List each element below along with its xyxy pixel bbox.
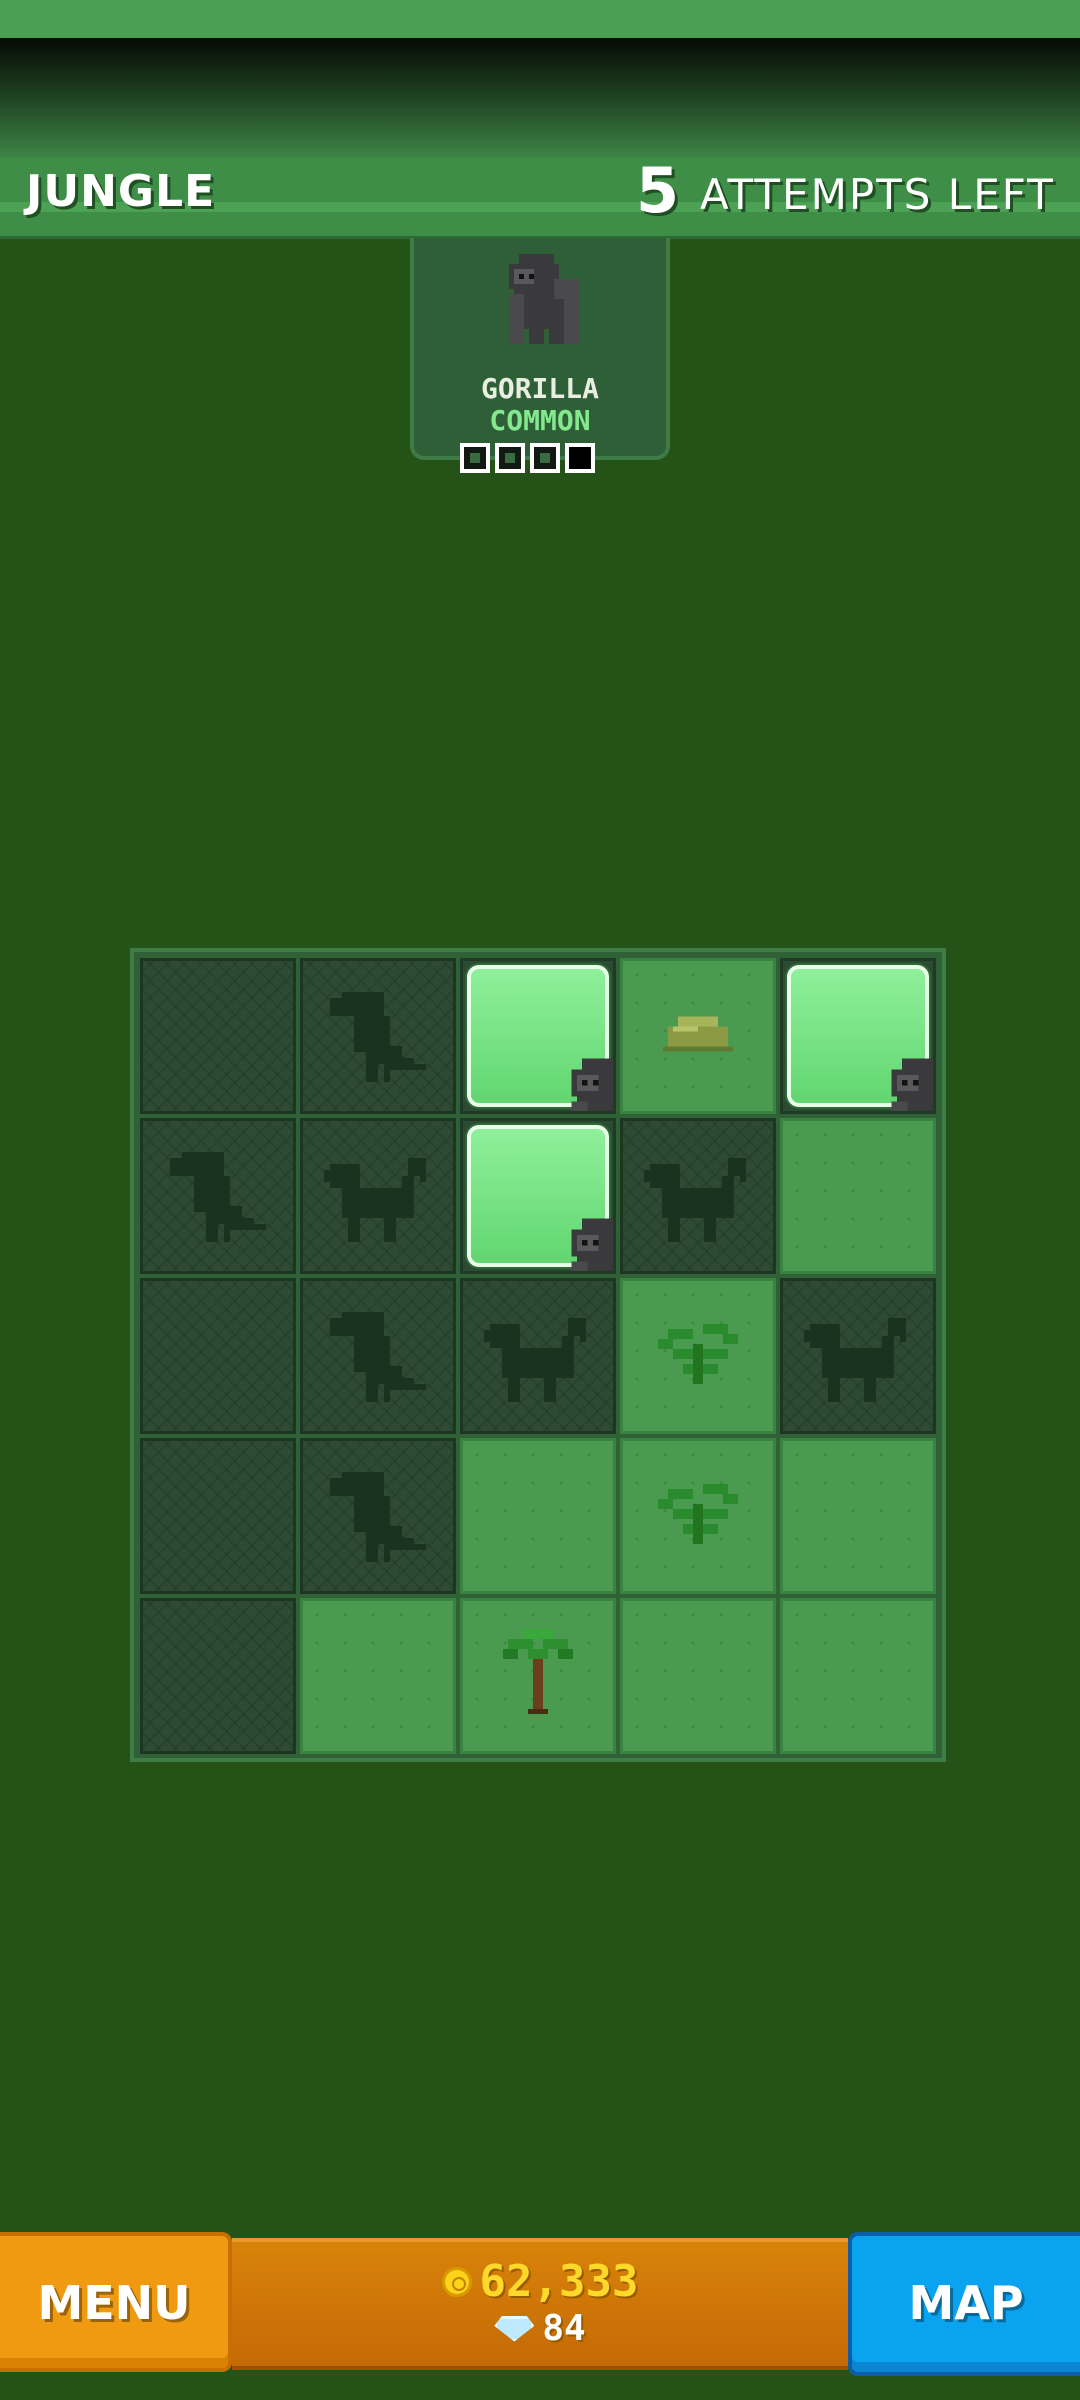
coin-icon bbox=[441, 2266, 472, 2297]
fern-icon bbox=[658, 1319, 738, 1393]
grid-cell bbox=[460, 1598, 616, 1754]
gem-icon bbox=[494, 2315, 535, 2342]
grid-cell bbox=[780, 1118, 936, 1274]
monkey-silhouette-icon bbox=[318, 1134, 438, 1258]
grid-cell[interactable] bbox=[620, 1118, 776, 1274]
gorilla-icon bbox=[494, 244, 594, 358]
monkey-silhouette-icon bbox=[798, 1294, 918, 1418]
found-animal-card bbox=[467, 965, 613, 1111]
found-animal-card bbox=[787, 965, 933, 1111]
toucan-silhouette-icon bbox=[158, 1134, 278, 1258]
grid-cell bbox=[460, 1438, 616, 1594]
gems-count: 84 bbox=[542, 2308, 586, 2349]
fern-icon bbox=[658, 1479, 738, 1553]
map-button-label: MAP bbox=[908, 2276, 1024, 2330]
target-animal-card: GORILLA COMMON bbox=[410, 238, 670, 460]
progress-box bbox=[565, 443, 595, 473]
coins-count: 62,333 bbox=[479, 2256, 639, 2307]
menu-button[interactable]: MENU bbox=[0, 2232, 232, 2372]
grid-cell bbox=[780, 1438, 936, 1594]
grid-cell[interactable] bbox=[140, 958, 296, 1114]
monkey-silhouette-icon bbox=[638, 1134, 758, 1258]
toucan-silhouette-icon bbox=[318, 1294, 438, 1418]
monkey-silhouette-icon bbox=[478, 1294, 598, 1418]
grid-cell bbox=[620, 1598, 776, 1754]
grid-cell[interactable] bbox=[300, 1118, 456, 1274]
grid-cell bbox=[460, 958, 616, 1114]
grid-cell[interactable] bbox=[780, 1278, 936, 1434]
toucan-silhouette-icon bbox=[318, 1454, 438, 1578]
status-bar bbox=[0, 0, 1080, 38]
palm-tree-icon bbox=[503, 1629, 573, 1723]
animal-name: GORILLA bbox=[480, 372, 599, 405]
grid-cell[interactable] bbox=[300, 1278, 456, 1434]
progress-box bbox=[495, 443, 525, 473]
attempts-count: 5 bbox=[636, 154, 680, 227]
header-shadow bbox=[0, 38, 1080, 158]
currency-panel: 62,333 84 bbox=[232, 2238, 848, 2370]
biome-title: JUNGLE bbox=[26, 166, 216, 217]
progress-box bbox=[530, 443, 560, 473]
rock-icon bbox=[663, 1011, 733, 1061]
grid-cell bbox=[780, 958, 936, 1114]
grid-cell[interactable] bbox=[140, 1118, 296, 1274]
bottom-bar: MENU 62,333 84 MAP bbox=[0, 2232, 1080, 2376]
attempts-label: ATTEMPTS LEFT bbox=[700, 170, 1055, 219]
header-bar: JUNGLE 5 ATTEMPTS LEFT bbox=[0, 154, 1080, 239]
grid-cell bbox=[300, 1598, 456, 1754]
grid-cell bbox=[780, 1598, 936, 1754]
grid-cell bbox=[620, 1438, 776, 1594]
grid-cell[interactable] bbox=[140, 1598, 296, 1754]
grid-cell[interactable] bbox=[300, 1438, 456, 1594]
menu-button-label: MENU bbox=[37, 2276, 191, 2330]
grid-cell bbox=[620, 1278, 776, 1434]
grid-cell[interactable] bbox=[140, 1438, 296, 1594]
progress-box bbox=[460, 443, 490, 473]
grid-cell bbox=[620, 958, 776, 1114]
animal-rarity: COMMON bbox=[489, 404, 591, 437]
found-animal-card bbox=[467, 1125, 613, 1271]
grid-cell bbox=[460, 1118, 616, 1274]
dig-grid bbox=[130, 948, 946, 1762]
toucan-silhouette-icon bbox=[318, 974, 438, 1098]
grid-cell[interactable] bbox=[140, 1278, 296, 1434]
grid-cell[interactable] bbox=[460, 1278, 616, 1434]
map-button[interactable]: MAP bbox=[848, 2232, 1080, 2376]
grid-cell[interactable] bbox=[300, 958, 456, 1114]
collection-progress bbox=[460, 443, 595, 473]
